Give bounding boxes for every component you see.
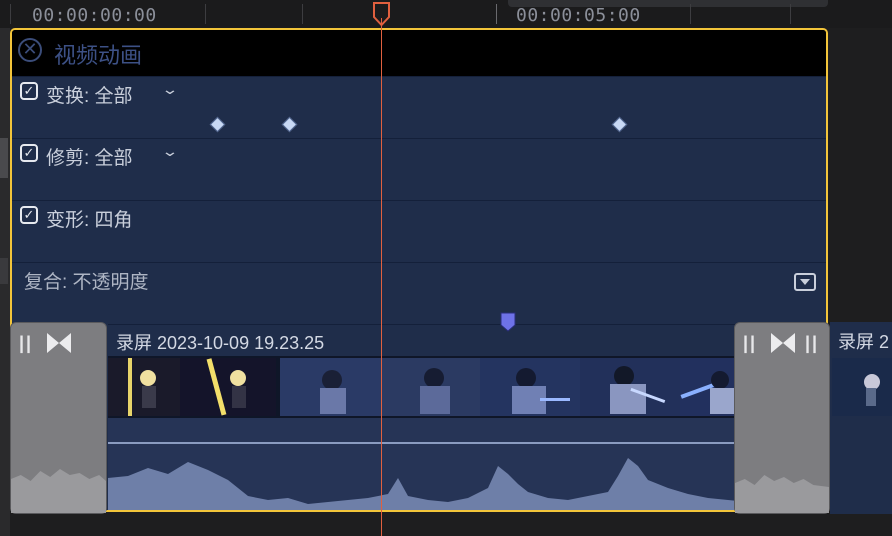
video-thumbnail bbox=[832, 358, 892, 416]
checkbox-icon[interactable]: ✓ bbox=[20, 144, 38, 162]
dropdown-menu-icon[interactable] bbox=[794, 273, 816, 291]
next-clip[interactable]: 录屏 2 bbox=[830, 322, 892, 514]
anim-row-label: 变换: 全部 bbox=[46, 86, 133, 107]
checkbox-icon[interactable]: ✓ bbox=[20, 206, 38, 224]
ruler-tick bbox=[10, 4, 11, 24]
transition-cross-dissolve-left[interactable]: || bbox=[10, 322, 107, 514]
video-animation-editor[interactable]: ✕ 视频动画 ✓ 变换: 全部 ⌄ ✓ 修剪: 全部 ⌄ ✓ 变形: 四角 复合… bbox=[10, 28, 828, 512]
anim-row-distort[interactable]: ✓ 变形: 四角 bbox=[12, 200, 826, 262]
bowtie-icon bbox=[47, 333, 71, 353]
chevron-down-icon[interactable]: ⌄ bbox=[161, 143, 179, 160]
video-thumbnail bbox=[480, 358, 580, 416]
checkbox-icon[interactable]: ✓ bbox=[20, 82, 38, 100]
timecode-mid: 00:00:05:00 bbox=[516, 5, 641, 26]
playhead-line[interactable] bbox=[381, 18, 382, 536]
video-thumbnail bbox=[280, 358, 380, 416]
keyframe-diamond[interactable] bbox=[281, 116, 298, 133]
video-thumbnail bbox=[180, 358, 276, 416]
audio-waveform-track[interactable] bbox=[108, 418, 826, 510]
video-thumbnail bbox=[380, 358, 480, 416]
marker-icon[interactable] bbox=[500, 312, 516, 332]
anim-row-label: 修剪: 全部 bbox=[46, 148, 133, 169]
audio-waveform bbox=[11, 469, 106, 513]
left-gutter bbox=[0, 28, 10, 536]
ruler-tick bbox=[302, 4, 303, 24]
gutter-block bbox=[0, 138, 8, 178]
clip-name: 录屏 2023-10-09 19.23.25 bbox=[116, 333, 325, 353]
ruler-tick bbox=[790, 4, 791, 24]
anim-row-label: 复合: 不透明度 bbox=[24, 272, 149, 293]
clip-title-bar[interactable]: 录屏 2023-10-09 19.23.25 bbox=[108, 324, 826, 357]
ruler-tick bbox=[496, 4, 497, 24]
keyframe-diamond[interactable] bbox=[209, 116, 226, 133]
animation-title: 视频动画 bbox=[54, 43, 143, 68]
clip-filmstrip[interactable] bbox=[108, 356, 826, 418]
audio-waveform bbox=[108, 458, 826, 510]
anim-row-label: 变形: 四角 bbox=[46, 210, 133, 231]
ruler-tick bbox=[690, 4, 691, 24]
audio-waveform bbox=[735, 475, 829, 513]
animation-header: ✕ 视频动画 bbox=[12, 30, 826, 76]
anim-row-transform[interactable]: ✓ 变换: 全部 ⌄ bbox=[12, 76, 826, 138]
timecode-start: 00:00:00:00 bbox=[32, 5, 157, 26]
playhead-handle[interactable] bbox=[373, 2, 390, 26]
ruler-tick bbox=[205, 4, 206, 24]
anim-row-crop[interactable]: ✓ 修剪: 全部 ⌄ bbox=[12, 138, 826, 200]
anim-row-compositing[interactable]: 复合: 不透明度 bbox=[12, 262, 826, 324]
pause-bars-icon: || bbox=[19, 333, 34, 353]
transition-cross-dissolve-right[interactable]: || || bbox=[734, 322, 830, 514]
gutter-block bbox=[0, 258, 8, 284]
video-thumbnail bbox=[680, 358, 740, 416]
chevron-down-icon[interactable]: ⌄ bbox=[161, 81, 179, 98]
bowtie-icon bbox=[771, 333, 795, 353]
close-circle-icon[interactable]: ✕ bbox=[18, 38, 42, 62]
next-clip-name: 录屏 2 bbox=[838, 332, 890, 352]
keyframe-diamond[interactable] bbox=[611, 116, 628, 133]
video-thumbnail bbox=[580, 358, 680, 416]
pause-bars-icon: || bbox=[805, 333, 820, 353]
pause-bars-icon: || bbox=[743, 333, 758, 353]
timeline-ruler[interactable]: 00:00:00:00 00:00:05:00 bbox=[0, 0, 892, 28]
